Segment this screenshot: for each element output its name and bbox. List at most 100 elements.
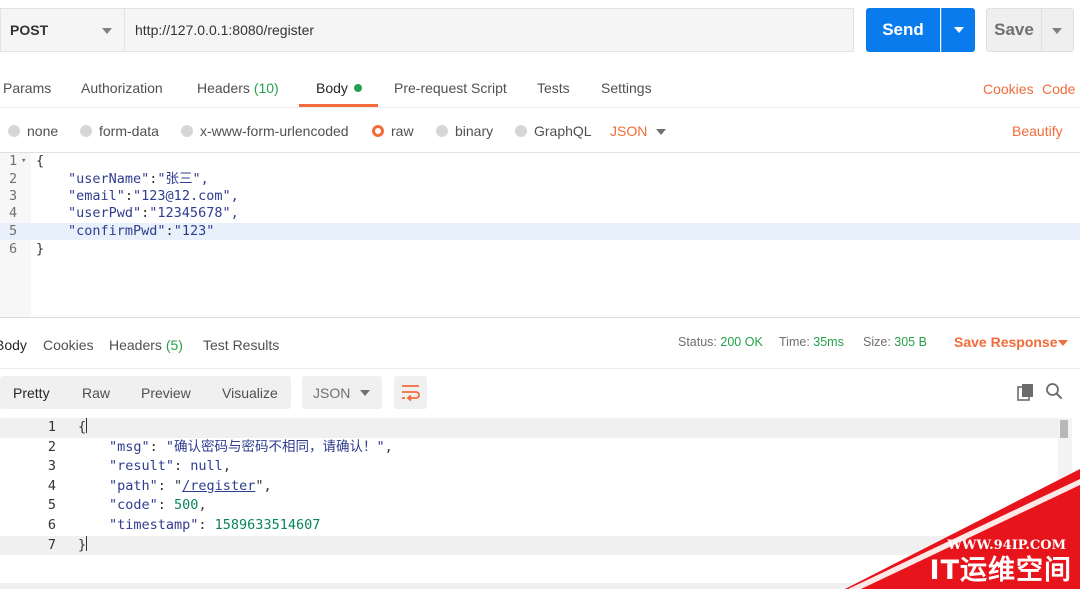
view-visualize-button[interactable]: Visualize — [222, 385, 278, 401]
tab-params[interactable]: Params — [3, 80, 51, 96]
beautify-link[interactable]: Beautify — [1012, 123, 1063, 139]
save-response-button[interactable]: Save Response — [954, 334, 1058, 350]
response-line: 7 } — [0, 535, 1058, 556]
code-text: "confirmPwd":"123" — [68, 223, 215, 239]
code-text: "msg": "确认密码与密码不相同，请确认！", — [109, 438, 393, 455]
active-tab-indicator — [299, 104, 378, 107]
line-number: 2 — [9, 171, 18, 187]
tab-body-label: Body — [316, 80, 348, 96]
chevron-down-icon[interactable] — [656, 129, 666, 135]
response-toolbar: Pretty Raw Preview Visualize JSON — [0, 376, 1080, 410]
chevron-down-icon — [102, 28, 112, 34]
watermark-name: IT运维空间 — [929, 555, 1072, 586]
view-preview-button[interactable]: Preview — [141, 385, 191, 401]
code-text: "path": "/register", — [109, 477, 272, 494]
view-pretty-button[interactable]: Pretty — [13, 385, 50, 401]
text-cursor — [86, 418, 88, 433]
json-value: "123@12.com", — [133, 188, 239, 204]
time-label: Time: — [779, 335, 810, 349]
radio-graphql[interactable]: GraphQL — [515, 123, 592, 139]
method-select[interactable]: POST — [0, 8, 124, 52]
line-number: 5 — [47, 497, 56, 514]
radio-form-data[interactable]: form-data — [80, 123, 159, 139]
wrap-lines-icon — [402, 385, 420, 402]
editor-line: 6 } — [0, 241, 1080, 258]
request-body-editor[interactable]: 1 ▾ { 2 "userName":"张三", 3 "email":"123@… — [0, 153, 1080, 318]
radio-none[interactable]: none — [8, 123, 58, 139]
response-format-label: JSON — [313, 385, 351, 401]
line-number: 4 — [47, 477, 56, 494]
active-dot-icon — [353, 84, 362, 92]
json-key: "code" — [109, 497, 158, 514]
radio-label: x-www-form-urlencoded — [200, 123, 349, 139]
radio-label: form-data — [99, 123, 159, 139]
json-value: 500 — [174, 497, 199, 514]
response-tab-cookies[interactable]: Cookies — [43, 337, 94, 353]
response-tab-body[interactable]: Body — [0, 337, 27, 353]
code-text: "email":"123@12.com", — [68, 188, 239, 204]
tab-body[interactable]: Body — [316, 80, 362, 96]
line-number: 3 — [47, 458, 56, 475]
chevron-down-icon[interactable] — [1058, 340, 1068, 346]
response-line: 5 "code": 500, — [0, 496, 1058, 516]
json-brace: { — [78, 419, 87, 435]
save-options-button[interactable] — [1042, 8, 1074, 52]
line-number: 5 — [9, 223, 18, 239]
tab-headers-label: Headers — [197, 80, 250, 96]
radio-label: GraphQL — [534, 123, 592, 139]
code-link[interactable]: Code — [1042, 81, 1075, 97]
line-number: 3 — [9, 188, 18, 204]
tab-authorization[interactable]: Authorization — [81, 80, 163, 96]
tab-tests[interactable]: Tests — [537, 80, 570, 96]
url-input[interactable]: http://127.0.0.1:8080/register — [124, 8, 854, 52]
code-text: { — [78, 418, 88, 438]
scrollbar-thumb[interactable] — [1060, 420, 1068, 438]
raw-format-select[interactable]: JSON — [610, 123, 647, 139]
response-body-viewer[interactable]: 1 { 2 "msg": "确认密码与密码不相同，请确认！", 3 "resul… — [0, 418, 1080, 583]
response-tab-test-results[interactable]: Test Results — [203, 337, 279, 353]
save-button[interactable]: Save — [986, 8, 1042, 52]
cookies-link[interactable]: Cookies — [983, 81, 1034, 97]
json-link-value[interactable]: /register — [182, 478, 255, 494]
status-label: Status: — [678, 335, 717, 349]
status-value: 200 OK — [720, 335, 763, 349]
wrap-lines-button[interactable] — [394, 376, 427, 409]
code-text: } — [36, 241, 45, 257]
chevron-down-icon — [954, 27, 964, 33]
line-number: 4 — [9, 205, 18, 221]
response-line: 4 "path": "/register", — [0, 477, 1058, 497]
response-tab-headers[interactable]: Headers (5) — [109, 337, 183, 353]
radio-raw[interactable]: raw — [372, 123, 414, 139]
bottom-scrollbar-track[interactable] — [0, 583, 1080, 589]
time-readout: Time: 35ms — [779, 335, 844, 349]
search-icon[interactable] — [1045, 382, 1063, 400]
json-key: "timestamp" — [109, 517, 199, 533]
radio-urlencoded[interactable]: x-www-form-urlencoded — [181, 123, 349, 139]
headers-count: (10) — [253, 80, 279, 96]
radio-binary[interactable]: binary — [436, 123, 493, 139]
tab-pre-request-script[interactable]: Pre-request Script — [394, 80, 507, 96]
radio-circle-icon — [515, 125, 527, 137]
tab-headers[interactable]: Headers (10) — [197, 80, 279, 96]
send-button[interactable]: Send — [866, 8, 940, 52]
copy-icon[interactable] — [1017, 383, 1035, 401]
tab-settings[interactable]: Settings — [601, 80, 652, 96]
response-tab-headers-label: Headers — [109, 337, 162, 353]
line-number: 7 — [47, 536, 56, 553]
radio-label: binary — [455, 123, 494, 139]
json-value: "123" — [173, 223, 215, 239]
radio-selected-icon — [372, 125, 384, 137]
method-label: POST — [10, 22, 49, 38]
radio-circle-icon — [8, 125, 20, 137]
json-value: null — [190, 458, 223, 475]
editor-line: 3 "email":"123@12.com", — [0, 188, 1080, 205]
code-text: "timestamp": 1589633514607 — [109, 517, 321, 533]
response-format-select[interactable]: JSON — [302, 376, 382, 409]
json-value: "张三", — [157, 171, 209, 187]
code-text: "userName":"张三", — [68, 171, 209, 187]
view-raw-button[interactable]: Raw — [82, 385, 110, 401]
code-text: { — [36, 153, 45, 169]
response-line: 2 "msg": "确认密码与密码不相同，请确认！", — [0, 438, 1058, 458]
send-options-button[interactable] — [941, 8, 975, 52]
fold-arrow-icon[interactable]: ▾ — [21, 153, 26, 170]
